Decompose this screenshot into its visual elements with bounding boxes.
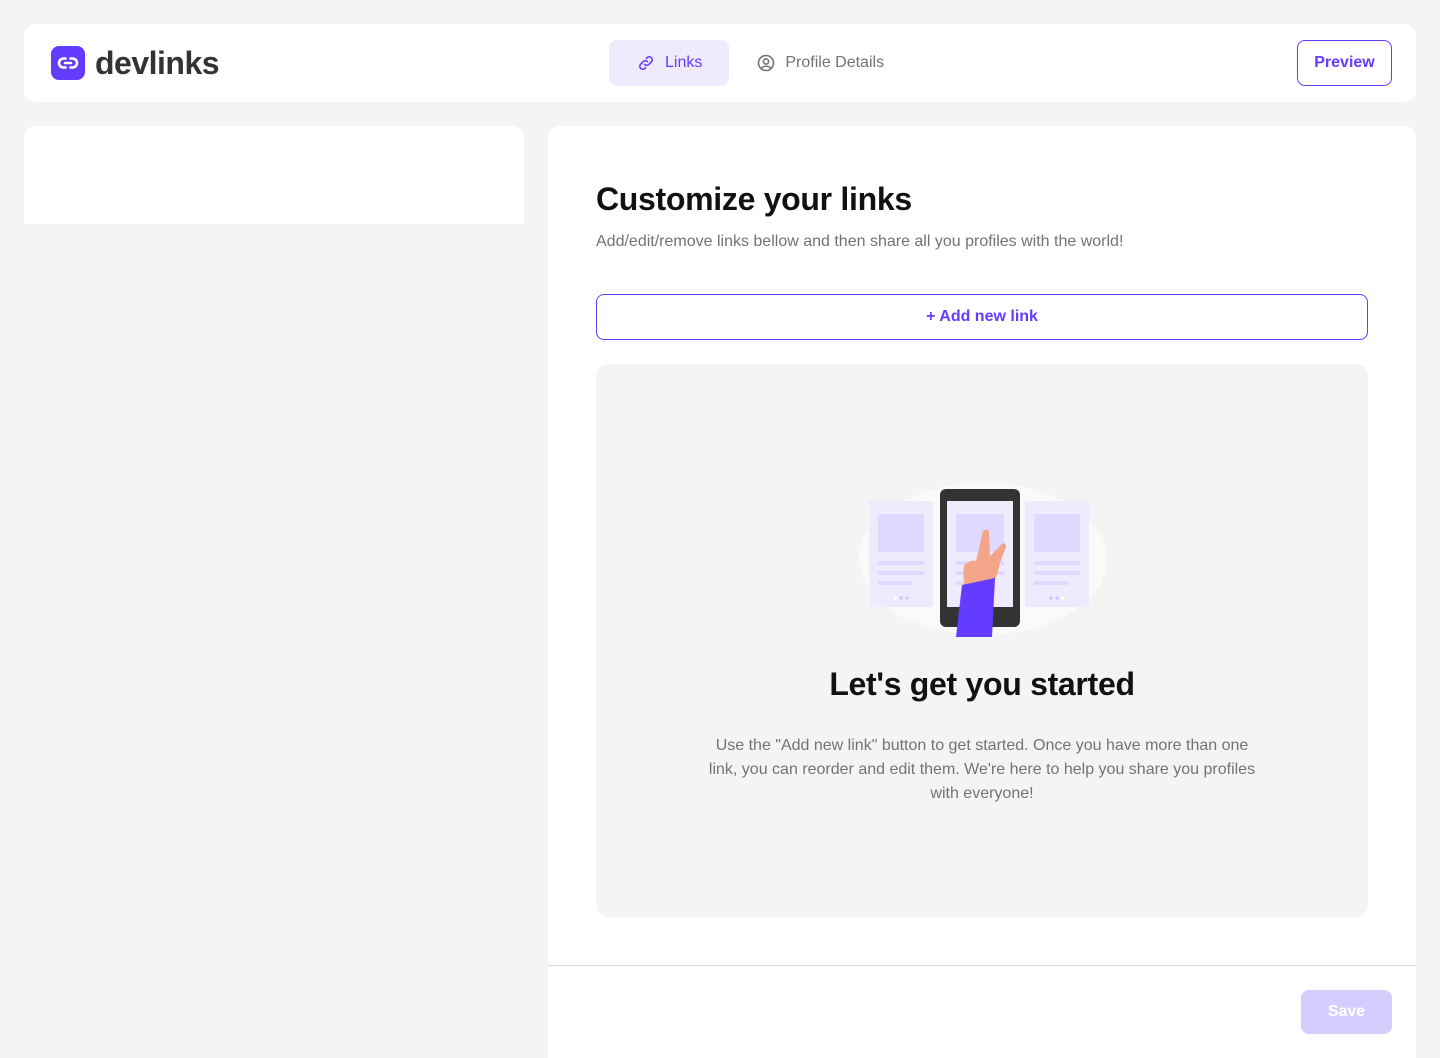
page-title: Customize your links bbox=[596, 181, 912, 217]
user-circle-icon bbox=[756, 53, 776, 73]
links-editor-card: Customize your links Add/edit/remove lin… bbox=[548, 126, 1416, 1058]
tab-profile-details[interactable]: Profile Details bbox=[729, 40, 911, 86]
nav-tabs: Links Profile Details bbox=[609, 40, 911, 86]
app-name: devlinks bbox=[95, 45, 220, 81]
link-icon bbox=[636, 53, 656, 73]
add-new-link-button[interactable]: + Add new link bbox=[596, 294, 1368, 340]
footer-divider bbox=[548, 965, 1416, 966]
tab-links[interactable]: Links bbox=[609, 40, 730, 86]
empty-state-text: Use the "Add new link" button to get sta… bbox=[708, 737, 1256, 802]
tab-links-label: Links bbox=[665, 54, 703, 71]
link-chain-icon bbox=[51, 46, 85, 80]
tab-profile-details-label: Profile Details bbox=[785, 54, 885, 71]
empty-state: Let's get you started Use the "Add new l… bbox=[596, 364, 1368, 917]
phone-preview-panel bbox=[24, 126, 524, 224]
app-logo[interactable]: devlinks bbox=[51, 45, 220, 81]
preview-button[interactable]: Preview bbox=[1297, 40, 1392, 86]
page-subtitle: Add/edit/remove links bellow and then sh… bbox=[596, 233, 1124, 250]
save-button[interactable]: Save bbox=[1301, 990, 1392, 1034]
empty-state-title: Let's get you started bbox=[829, 666, 1135, 702]
phone-tap-illustration bbox=[855, 481, 1111, 641]
top-navbar: devlinks Links Profile Details Preview bbox=[24, 24, 1416, 102]
